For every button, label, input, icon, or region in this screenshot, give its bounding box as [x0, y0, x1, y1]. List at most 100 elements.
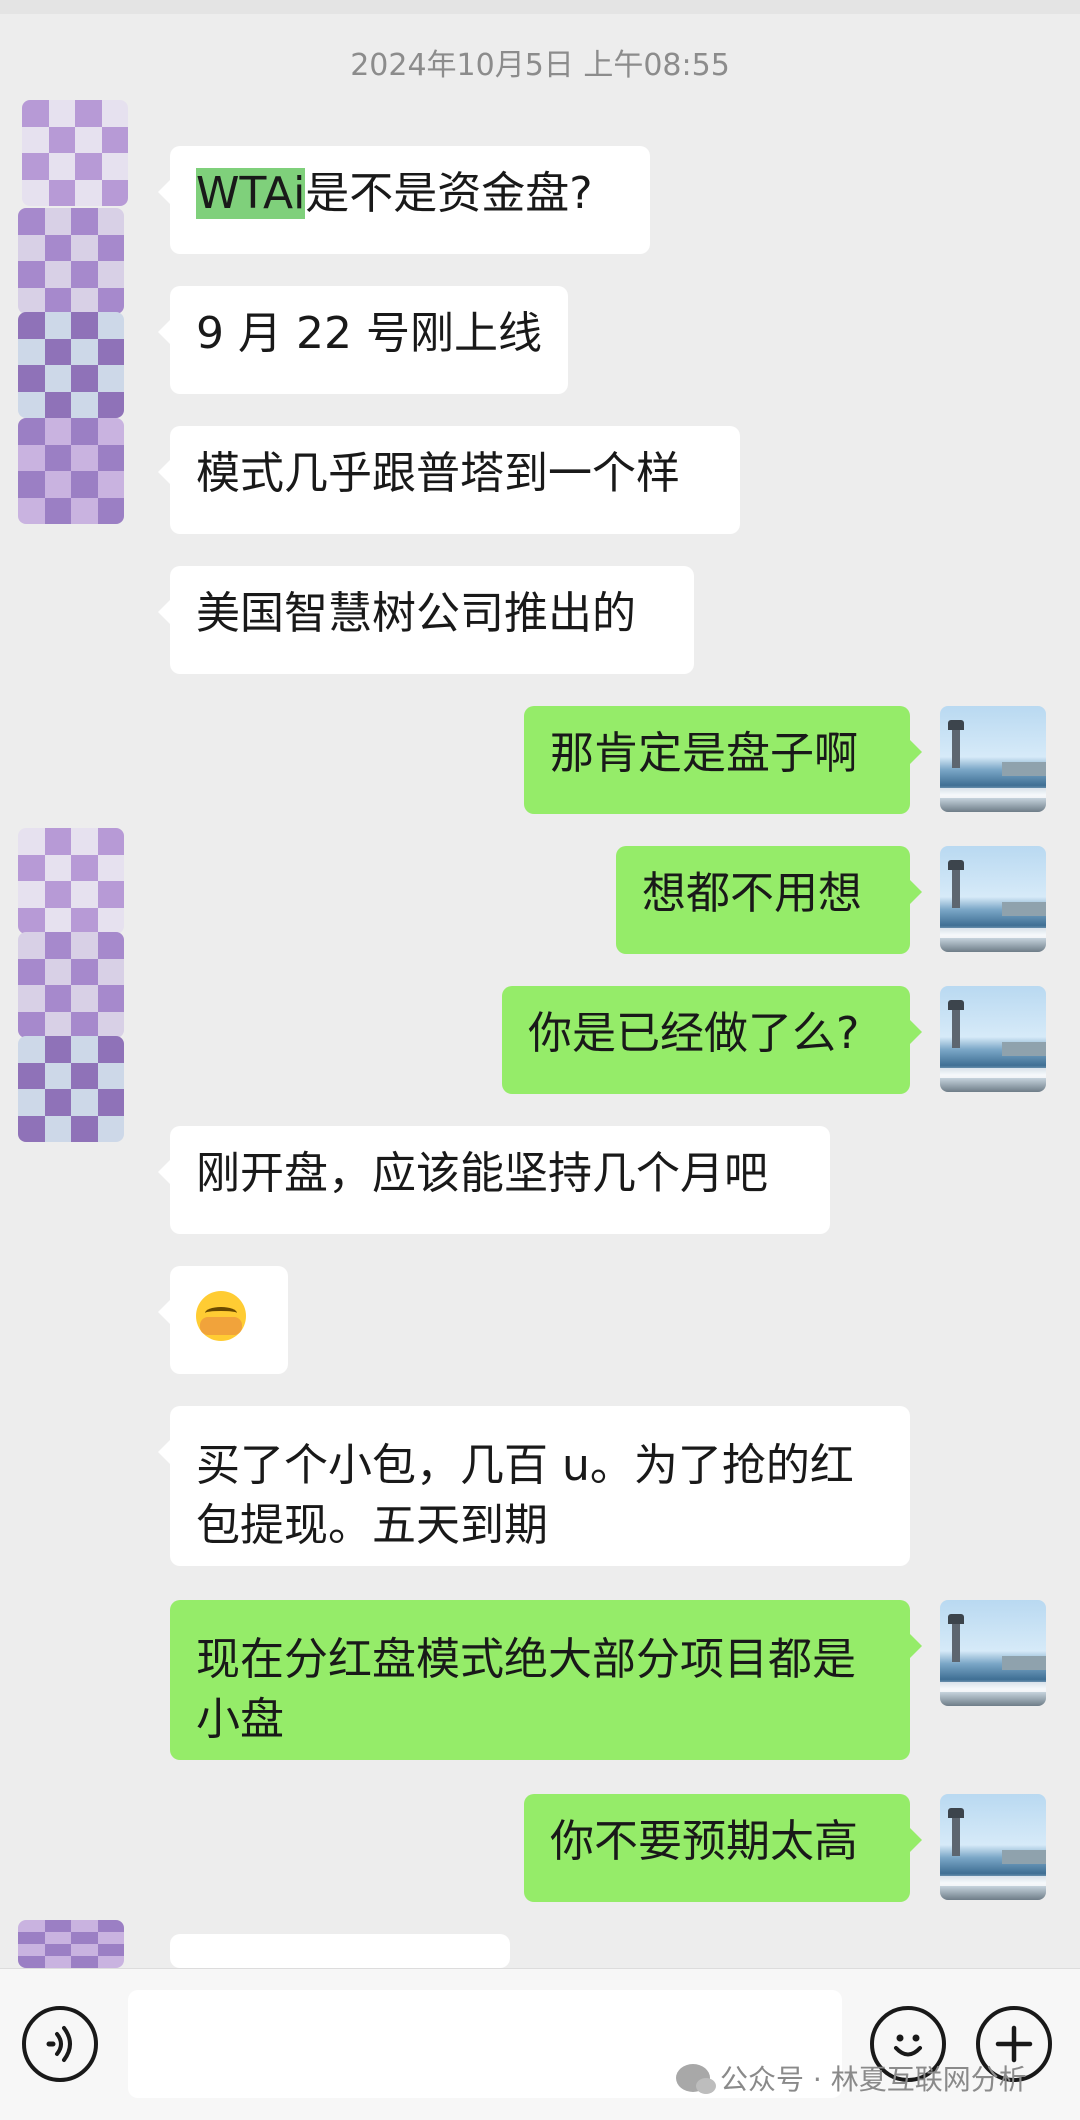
mosaic-cell	[71, 1062, 98, 1089]
mosaic-cell	[44, 365, 71, 392]
sent-message[interactable]: 你不要预期太高	[524, 1794, 922, 1902]
mosaic-cell	[18, 365, 45, 392]
mosaic-cell	[44, 1062, 71, 1089]
mosaic-cell	[101, 100, 128, 127]
mosaic-cell	[71, 391, 98, 418]
sent-message[interactable]: 那肯定是盘子啊	[524, 706, 922, 814]
lighthouse-avatar-icon	[940, 706, 1046, 812]
message-text: 刚开盘，应该能坚持几个月吧	[196, 1148, 768, 1199]
mosaic-cell	[97, 287, 124, 314]
mosaic-cell	[44, 287, 71, 314]
my-avatar[interactable]	[940, 846, 1046, 952]
received-message[interactable]: WTAi是不是资金盘?	[158, 146, 650, 254]
contact-avatar[interactable]	[18, 312, 124, 418]
mosaic-cell	[71, 854, 98, 881]
lighthouse-avatar-icon	[940, 1794, 1046, 1900]
mosaic-cell	[71, 1920, 98, 1932]
sent-message[interactable]: 你是已经做了么?	[502, 986, 922, 1094]
mosaic-cell	[48, 179, 75, 206]
message-text: 你不要预期太高	[550, 1816, 858, 1867]
mosaic-cell	[18, 391, 45, 418]
mosaic-cell	[22, 100, 49, 127]
lighthouse-avatar-icon	[940, 986, 1046, 1092]
mosaic-cell	[44, 932, 71, 959]
mosaic-cell	[97, 391, 124, 418]
mosaic-cell	[97, 497, 124, 524]
mosaic-cell	[44, 958, 71, 985]
received-message[interactable]: 9 月 22 号刚上线	[158, 286, 568, 394]
mosaic-cell	[97, 1115, 124, 1142]
contact-avatar[interactable]	[18, 1036, 124, 1142]
mosaic-cell	[18, 932, 45, 959]
mosaic-cell	[71, 338, 98, 365]
mosaic-cell	[97, 932, 124, 959]
mosaic-cell	[44, 1920, 71, 1932]
lighthouse-avatar-icon	[940, 1600, 1046, 1706]
message-text: 是不是资金盘?	[305, 168, 593, 219]
mosaic-cell	[18, 287, 45, 314]
mosaic-cell	[18, 828, 45, 855]
mosaic-cell	[44, 234, 71, 261]
mosaic-cell	[18, 261, 45, 288]
received-message[interactable]	[158, 1266, 288, 1374]
mosaic-cell	[97, 1089, 124, 1116]
message-text: 9 月 22 号刚上线	[196, 308, 542, 359]
mosaic-cell	[44, 497, 71, 524]
contact-avatar[interactable]	[18, 208, 124, 314]
blurred-avatar-icon	[18, 828, 124, 934]
mosaic-cell	[44, 312, 71, 339]
voice-icon[interactable]	[22, 2006, 98, 2082]
mosaic-cell	[71, 907, 98, 934]
received-message[interactable]: 模式几乎跟普塔到一个样	[158, 426, 740, 534]
mosaic-cell	[44, 1115, 71, 1142]
mosaic-cell	[22, 126, 49, 153]
mosaic-cell	[101, 153, 128, 180]
mosaic-cell	[18, 854, 45, 881]
mosaic-cell	[75, 100, 102, 127]
contact-avatar[interactable]	[22, 100, 128, 206]
mosaic-cell	[44, 1944, 71, 1956]
mosaic-cell	[71, 1944, 98, 1956]
mosaic-cell	[44, 418, 71, 445]
sent-message[interactable]: 现在分红盘模式绝大部分项目都是 小盘	[170, 1600, 922, 1760]
contact-avatar[interactable]	[18, 418, 124, 524]
my-avatar[interactable]	[940, 1794, 1046, 1900]
blurred-avatar-icon	[22, 100, 128, 206]
mosaic-cell	[101, 126, 128, 153]
mosaic-cell	[44, 391, 71, 418]
mosaic-cell	[44, 854, 71, 881]
sent-message[interactable]: 想都不用想	[616, 846, 922, 954]
mosaic-cell	[48, 100, 75, 127]
mosaic-cell	[18, 497, 45, 524]
contact-avatar[interactable]	[18, 828, 124, 934]
mosaic-cell	[18, 234, 45, 261]
received-message[interactable]: 刚开盘，应该能坚持几个月吧	[158, 1126, 830, 1234]
mosaic-cell	[97, 234, 124, 261]
voice-wave-icon	[46, 2026, 72, 2062]
mosaic-cell	[44, 985, 71, 1012]
mosaic-cell	[97, 1062, 124, 1089]
contact-avatar[interactable]	[18, 1920, 124, 1968]
mosaic-cell	[97, 985, 124, 1012]
face-with-tears-emoji-icon	[196, 1291, 246, 1341]
received-message[interactable]: 美国智慧树公司推出的	[158, 566, 694, 674]
mosaic-cell	[18, 471, 45, 498]
blurred-avatar-icon	[18, 932, 124, 1038]
contact-avatar[interactable]	[18, 932, 124, 1038]
mosaic-cell	[71, 1956, 98, 1968]
my-avatar[interactable]	[940, 706, 1046, 812]
received-message[interactable]	[158, 1934, 510, 1992]
mosaic-cell	[44, 828, 71, 855]
blurred-avatar-icon	[18, 1036, 124, 1142]
mosaic-cell	[22, 179, 49, 206]
message-text: 模式几乎跟普塔到一个样	[196, 448, 680, 499]
mosaic-cell	[97, 312, 124, 339]
mosaic-cell	[71, 208, 98, 235]
mosaic-cell	[97, 471, 124, 498]
my-avatar[interactable]	[940, 986, 1046, 1092]
mosaic-cell	[18, 1932, 45, 1944]
my-avatar[interactable]	[940, 1600, 1046, 1706]
received-message[interactable]: 买了个小包，几百 u。为了抢的红 包提现。五天到期	[158, 1406, 910, 1566]
mosaic-cell	[97, 208, 124, 235]
mosaic-cell	[97, 854, 124, 881]
